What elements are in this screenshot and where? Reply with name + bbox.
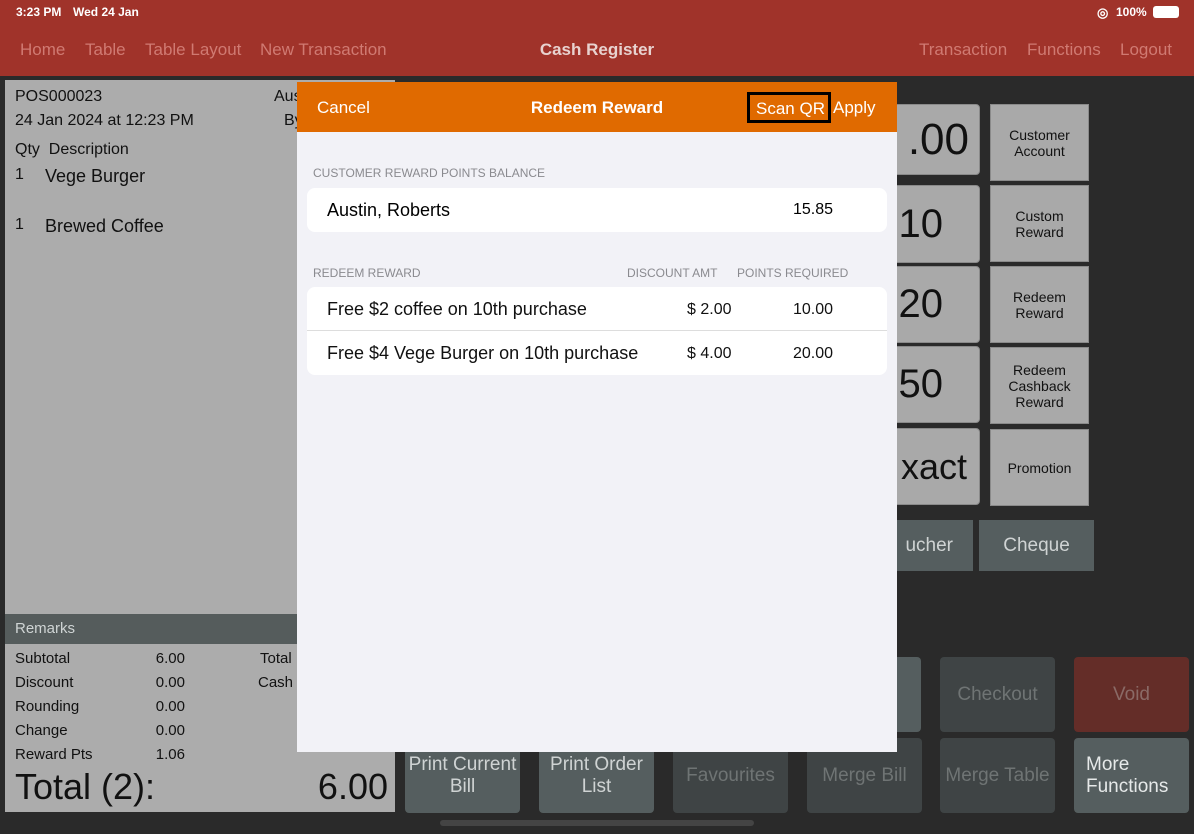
merge-table-button[interactable]: Merge Table xyxy=(940,738,1055,813)
redeem-reward-dialog: Cancel Redeem Reward Scan QR Apply CUSTO… xyxy=(297,82,897,752)
item-desc[interactable]: Brewed Coffee xyxy=(45,216,164,237)
reward-list: Free $2 coffee on 10th purchase $ 2.00 1… xyxy=(307,287,887,375)
reward-pts-value: 1.06 xyxy=(155,746,185,763)
redeem-cashback-reward-button[interactable]: Redeem Cashback Reward xyxy=(990,347,1089,424)
item-qty: 1 xyxy=(15,166,24,183)
reward-discount: $ 2.00 xyxy=(687,301,732,318)
balance-card: Austin, Roberts 15.85 xyxy=(307,188,887,232)
void-button[interactable]: Void xyxy=(1074,657,1189,732)
page-title: Cash Register xyxy=(539,40,655,59)
subtotal-label: Subtotal xyxy=(15,650,71,667)
discount-column-header: DISCOUNT AMT xyxy=(627,266,718,280)
reward-pts-label: Reward Pts xyxy=(15,746,93,763)
nav-transaction[interactable]: Transaction xyxy=(919,40,1007,60)
custom-reward-button[interactable]: Custom Reward xyxy=(990,185,1089,262)
balance-section-header: CUSTOMER REWARD POINTS BALANCE xyxy=(313,166,546,180)
promotion-button[interactable]: Promotion xyxy=(990,429,1089,506)
reward-points: 20.00 xyxy=(793,345,834,362)
item-desc[interactable]: Vege Burger xyxy=(45,166,145,187)
more-functions-button[interactable]: More Functions xyxy=(1074,738,1189,813)
column-header: Qty Description xyxy=(15,141,129,158)
reward-discount: $ 4.00 xyxy=(687,345,732,362)
redeem-section-header: REDEEM REWARD xyxy=(313,266,421,280)
reward-name: Free $2 coffee on 10th purchase xyxy=(327,299,587,319)
cash-label: Cash xyxy=(258,674,294,691)
apply-button[interactable]: Apply xyxy=(833,98,876,118)
checkout-button[interactable]: Checkout xyxy=(940,657,1055,732)
dialog-header: Cancel Redeem Reward Scan QR Apply xyxy=(297,82,897,132)
points-balance: 15.85 xyxy=(793,201,834,218)
reward-row[interactable]: Free $2 coffee on 10th purchase $ 2.00 1… xyxy=(307,287,887,331)
change-value: 0.00 xyxy=(155,722,185,739)
rounding-value: 0.00 xyxy=(155,698,185,715)
subtotal-value: 6.00 xyxy=(155,650,185,667)
change-label: Change xyxy=(15,722,68,739)
battery-level: 100% xyxy=(1116,5,1147,19)
total-label: Total xyxy=(260,650,292,667)
transaction-date: 24 Jan 2024 at 12:23 PM xyxy=(15,112,194,129)
reward-row[interactable]: Free $4 Vege Burger on 10th purchase $ 4… xyxy=(307,331,887,375)
status-date: Wed 24 Jan xyxy=(73,5,139,19)
nav-logout[interactable]: Logout xyxy=(1120,40,1172,60)
customer-account-button[interactable]: Customer Account xyxy=(990,104,1089,181)
nav-functions[interactable]: Functions xyxy=(1027,40,1101,60)
battery-icon xyxy=(1153,6,1179,18)
customer-name: Austin, Roberts xyxy=(327,200,451,220)
cheque-button[interactable]: Cheque xyxy=(979,520,1094,571)
home-indicator xyxy=(440,820,754,826)
rounding-label: Rounding xyxy=(15,698,80,715)
item-qty: 1 xyxy=(15,216,24,233)
status-time: 3:23 PM xyxy=(16,5,62,19)
discount-value: 0.00 xyxy=(155,674,185,691)
scan-qr-button[interactable]: Scan QR xyxy=(747,92,831,123)
wifi-icon: ◎ xyxy=(1097,5,1109,20)
top-bar: 3:23 PM Wed 24 Jan ◎ 100% Home Table Tab… xyxy=(0,0,1194,76)
reward-points: 10.00 xyxy=(793,301,834,318)
totals-list: Subtotal 6.00 Discount 0.00 Rounding 0.00 C… xyxy=(15,650,185,770)
grand-total-value: 6.00 xyxy=(317,766,388,807)
redeem-reward-button[interactable]: Redeem Reward xyxy=(990,266,1089,343)
reward-name: Free $4 Vege Burger on 10th purchase xyxy=(327,343,639,363)
points-column-header: POINTS REQUIRED xyxy=(737,266,849,280)
grand-total-label: Total (2): xyxy=(15,766,156,807)
discount-label: Discount xyxy=(15,674,74,691)
transaction-id: POS000023 xyxy=(15,88,103,105)
